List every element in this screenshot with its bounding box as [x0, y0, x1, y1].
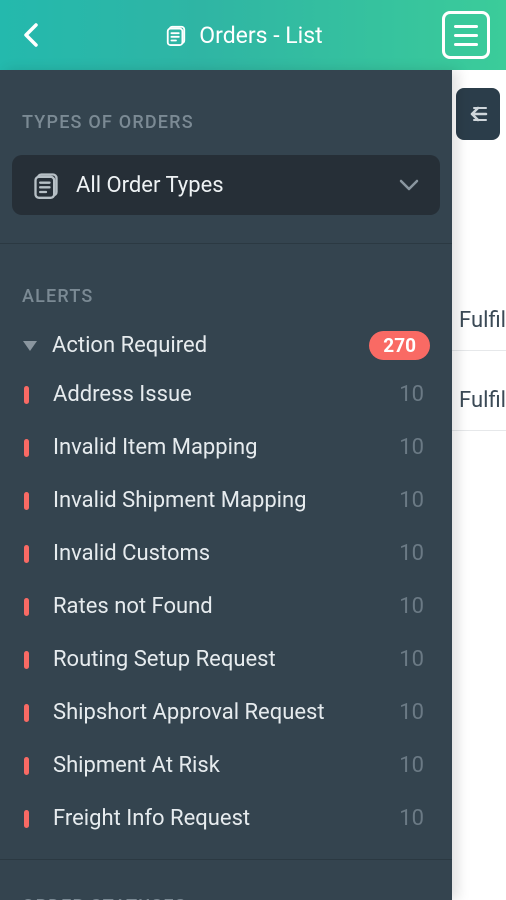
alert-item-count: 10: [399, 753, 424, 778]
alerts-count-badge: 270: [369, 331, 430, 360]
alert-item-count: 10: [399, 700, 424, 725]
hamburger-line: [454, 25, 478, 28]
hamburger-line: [454, 34, 478, 37]
alert-indicator-icon: [24, 704, 29, 722]
alerts-group-label: Action Required: [52, 333, 355, 358]
section-title-types: TYPES OF ORDERS: [0, 112, 452, 133]
alert-item[interactable]: Shipment At Risk 10: [0, 739, 452, 792]
chevron-left-icon: [22, 21, 40, 49]
dropdown-label-wrap: All Order Types: [32, 171, 224, 199]
order-statuses-section: ORDER STATUSES: [0, 860, 452, 900]
collapse-left-icon: [466, 104, 490, 124]
alert-item[interactable]: Rates not Found 10: [0, 580, 452, 633]
alert-item[interactable]: Freight Info Request 10: [0, 792, 452, 845]
dropdown-selected-label: All Order Types: [76, 173, 224, 198]
menu-button[interactable]: [442, 11, 490, 59]
alert-item-count: 10: [399, 541, 424, 566]
chevron-down-icon: [398, 178, 420, 192]
alert-item[interactable]: Routing Setup Request 10: [0, 633, 452, 686]
alert-item-label: Routing Setup Request: [53, 647, 381, 672]
alert-indicator-icon: [24, 757, 29, 775]
alert-indicator-icon: [24, 651, 29, 669]
alert-item[interactable]: Invalid Item Mapping 10: [0, 421, 452, 474]
list-item[interactable]: Fulfil: [459, 388, 506, 413]
drawer-collapse-button[interactable]: [456, 88, 500, 140]
types-of-orders-section: TYPES OF ORDERS All Order Types: [0, 70, 452, 215]
orders-icon: [32, 171, 60, 199]
alert-item[interactable]: Shipshort Approval Request 10: [0, 686, 452, 739]
alert-item-count: 10: [399, 594, 424, 619]
alert-item-label: Rates not Found: [53, 594, 381, 619]
hamburger-line: [454, 43, 478, 46]
alert-item-label: Address Issue: [53, 382, 381, 407]
alert-item-label: Freight Info Request: [53, 806, 381, 831]
order-types-dropdown[interactable]: All Order Types: [12, 155, 440, 215]
alert-item-label: Shipshort Approval Request: [53, 700, 381, 725]
alert-item-count: 10: [399, 488, 424, 513]
alert-item-label: Invalid Shipment Mapping: [53, 488, 381, 513]
alert-indicator-icon: [24, 598, 29, 616]
section-title-alerts: ALERTS: [0, 286, 452, 307]
header-title-wrap: Orders - List: [165, 22, 322, 49]
alert-item[interactable]: Address Issue 10: [0, 368, 452, 421]
caret-down-icon: [22, 340, 38, 352]
alerts-action-required-toggle[interactable]: Action Required 270: [0, 307, 452, 360]
page-title: Orders - List: [199, 22, 322, 49]
list-item-text: Fulfil: [459, 388, 506, 413]
list-item-text: Fulfil: [459, 308, 506, 333]
alert-indicator-icon: [24, 492, 29, 510]
alert-item-count: 10: [399, 647, 424, 672]
alert-item-label: Invalid Item Mapping: [53, 435, 381, 460]
app-header: Orders - List: [0, 0, 506, 70]
alert-item-count: 10: [399, 435, 424, 460]
filter-drawer: TYPES OF ORDERS All Order Types ALERTS: [0, 70, 452, 900]
alert-item-count: 10: [399, 806, 424, 831]
alerts-section: ALERTS Action Required 270 Address Issue…: [0, 244, 452, 845]
alert-item[interactable]: Invalid Customs 10: [0, 527, 452, 580]
alert-indicator-icon: [24, 545, 29, 563]
alert-item-label: Invalid Customs: [53, 541, 381, 566]
alert-indicator-icon: [24, 810, 29, 828]
alert-item-count: 10: [399, 382, 424, 407]
alert-indicator-icon: [24, 439, 29, 457]
alert-item-label: Shipment At Risk: [53, 753, 381, 778]
back-button[interactable]: [16, 20, 46, 50]
orders-icon: [165, 24, 187, 46]
list-item[interactable]: Fulfil: [459, 308, 506, 333]
section-title-statuses: ORDER STATUSES: [0, 896, 452, 900]
alert-item[interactable]: Invalid Shipment Mapping 10: [0, 474, 452, 527]
alert-indicator-icon: [24, 386, 29, 404]
alerts-list: Address Issue10Invalid Item Mapping10Inv…: [0, 368, 452, 845]
